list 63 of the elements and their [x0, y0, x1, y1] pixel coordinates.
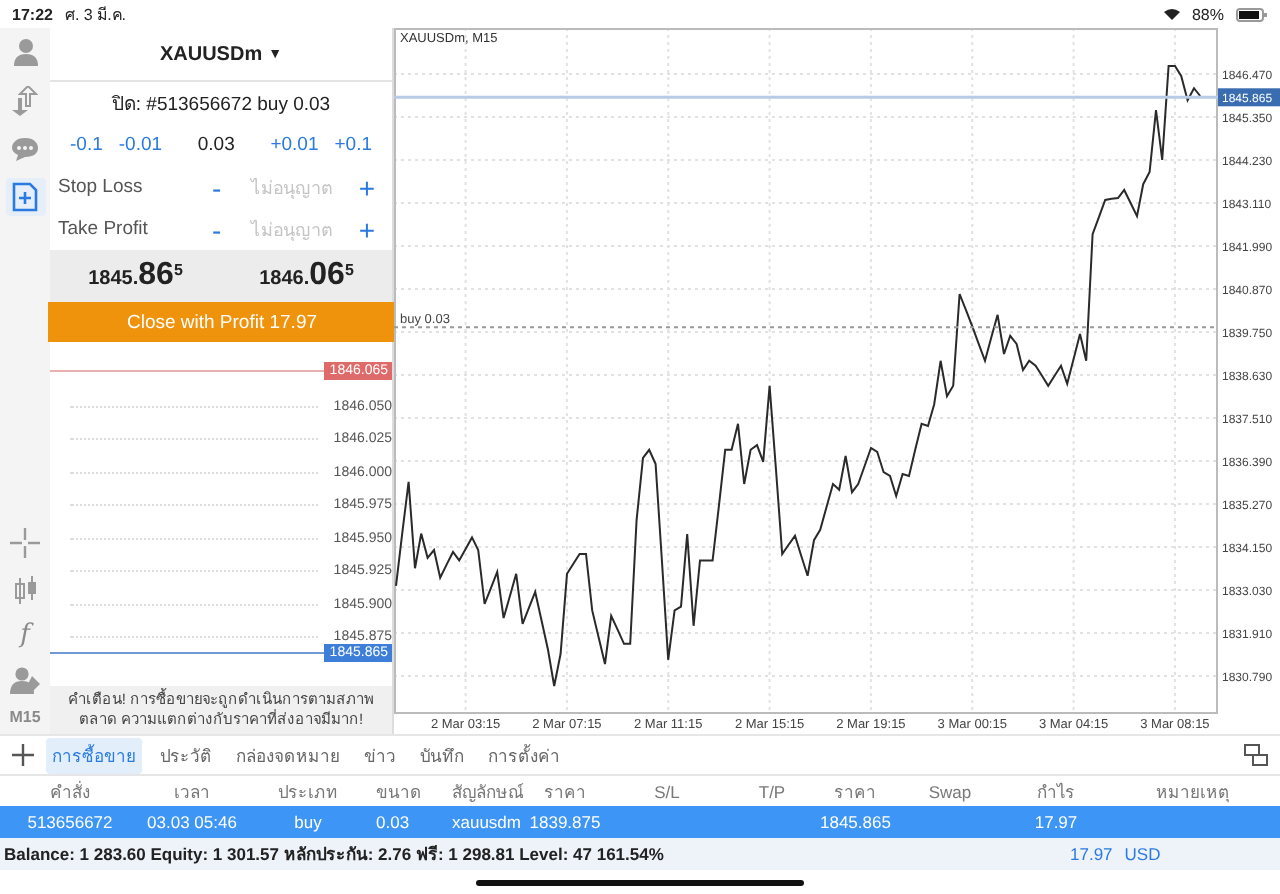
tab[interactable]: ข่าว: [358, 737, 402, 773]
wifi-icon: [1163, 8, 1180, 20]
indicator-button[interactable]: f: [20, 620, 30, 650]
close-position-button[interactable]: Close with Profit 17.97: [48, 302, 396, 342]
price-input-field[interactable]: ไม่อนุญาต: [229, 175, 354, 199]
volume-step-button[interactable]: +0.01: [262, 133, 327, 155]
toolbar-button[interactable]: [5, 524, 45, 562]
column-header[interactable]: ราคา: [524, 777, 606, 805]
candlestick-icon: [11, 576, 39, 606]
person-icon: [11, 38, 39, 68]
table-cell-text: 17.97: [1032, 812, 1080, 832]
tab[interactable]: กล่องจดหมาย: [230, 737, 346, 773]
increase-button[interactable]: +: [353, 171, 380, 203]
table-cell-text: 0.03: [374, 812, 412, 832]
table-cell-text: buy: [292, 812, 324, 832]
tab[interactable]: ประวัติ: [154, 737, 218, 773]
table-cell-text: 1839.875: [527, 812, 603, 832]
crosshair-icon: [10, 528, 40, 558]
column-header[interactable]: S/L: [606, 781, 728, 801]
split-view-icon[interactable]: [1244, 744, 1268, 766]
chat-icon: [10, 136, 40, 162]
tab[interactable]: บันทึก: [414, 737, 470, 773]
stop-label: Take Profit: [58, 218, 150, 240]
timeframe-button[interactable]: M15: [9, 708, 41, 726]
increase-button[interactable]: +: [353, 213, 380, 245]
table-cell-text: 513656672: [25, 812, 115, 832]
status-date: ศ. 3 มี.ค.: [64, 3, 127, 27]
volume-step-button[interactable]: -0.1: [62, 133, 111, 155]
column-header[interactable]: ประเภท: [244, 777, 372, 805]
column-header[interactable]: Swap: [894, 781, 1006, 801]
column-header[interactable]: ราคา: [816, 777, 894, 805]
column-header[interactable]: คำสั่ง: [0, 777, 140, 805]
column-header[interactable]: หมายเหตุ: [1106, 777, 1280, 805]
stop-label: Stop Loss: [58, 176, 145, 198]
battery-percent: 88%: [1191, 5, 1224, 23]
table-cell-text: 1845.865: [818, 812, 893, 832]
column-header[interactable]: กำไร: [1006, 777, 1106, 805]
account-summary: Balance: 1 283.60 Equity: 1 301.57 หลักประกัน: 2.76 ฟรี: 1 298.81 Level: 47 161.54%: [4, 842, 666, 868]
buy-price[interactable]: 1846.06$^{5}$: [259, 258, 354, 294]
volume-step-button[interactable]: -0.01: [110, 133, 171, 155]
status-time: 17:22: [12, 5, 53, 23]
new-document-icon: [12, 182, 38, 212]
decrease-button[interactable]: -: [203, 213, 230, 245]
table-cell-text: 03.03 05:46: [145, 812, 239, 832]
position-label: ปิด: #513656672 buy 0.03: [109, 91, 333, 119]
column-header[interactable]: เวลา: [140, 777, 244, 805]
battery-icon: [1236, 7, 1268, 21]
column-header[interactable]: T/P: [728, 781, 816, 801]
price-input-field[interactable]: ไม่อนุญาต: [229, 217, 354, 241]
decrease-button[interactable]: -: [203, 171, 230, 203]
sell-price[interactable]: 1845.86$^{5}$: [88, 258, 183, 294]
tab[interactable]: การซื้อขาย: [46, 737, 142, 773]
total-profit: 17.97: [1070, 844, 1113, 864]
people-icon: [9, 665, 41, 693]
add-icon[interactable]: [12, 744, 34, 766]
table-cell-text: xauusdm: [450, 812, 523, 832]
position-row[interactable]: 513656672 03.03 05:46 buy 0.03 xauusdm 1839.875 1845.865 17.97: [0, 806, 1280, 838]
volume-step-button[interactable]: +0.1: [326, 133, 380, 155]
toolbar-button[interactable]: [5, 178, 45, 216]
currency-label: USD: [1124, 844, 1161, 864]
up-down-arrows-icon: [10, 86, 40, 116]
tab[interactable]: การตั้งค่า: [482, 737, 566, 773]
volume-value: 0.03: [195, 133, 237, 155]
